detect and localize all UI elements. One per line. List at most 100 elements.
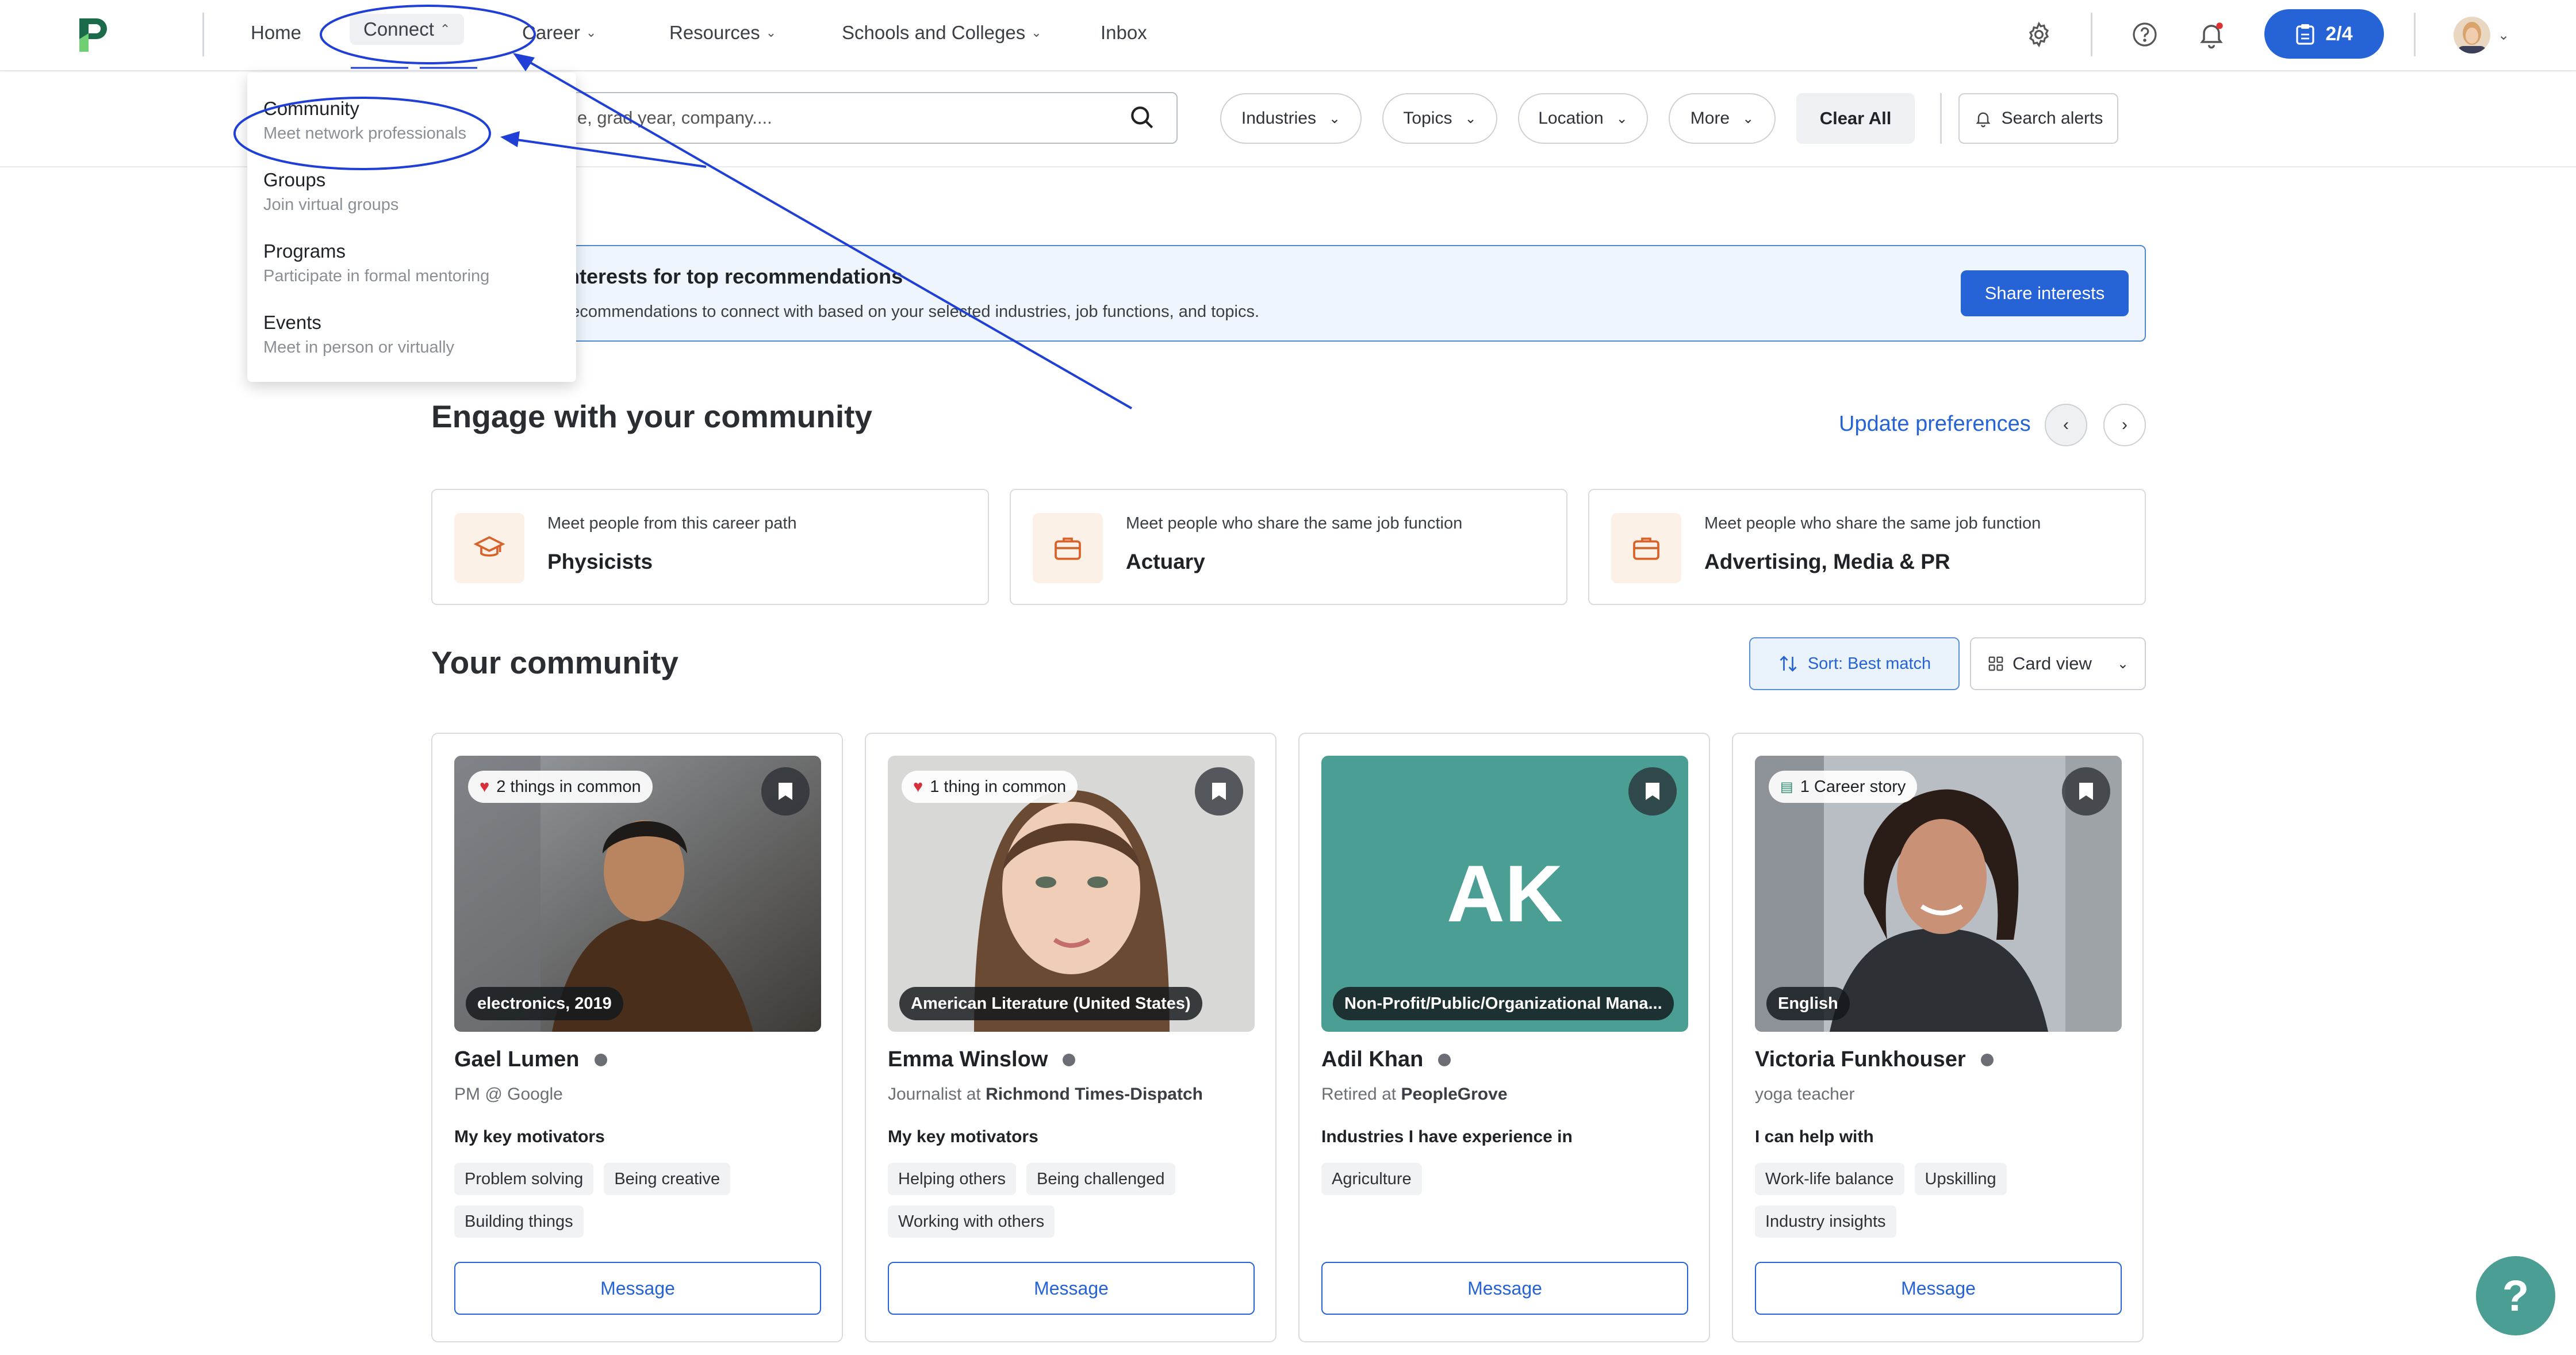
menu-item-description: Meet network professionals — [263, 124, 466, 143]
card-section-title: Industries I have experience in — [1321, 1127, 1573, 1146]
engage-card-job-function-2[interactable]: Meet people who share the same job funct… — [1588, 489, 2146, 605]
notification-bell-icon[interactable] — [2193, 16, 2230, 53]
share-interests-label: Share interests — [1984, 283, 2105, 303]
menu-item-groups[interactable]: Groups Join virtual groups — [263, 169, 398, 215]
person-name[interactable]: Gael Lumen — [454, 1047, 607, 1072]
engage-card-subtitle: Meet people who share the same job funct… — [1704, 514, 2041, 533]
person-name[interactable]: Adil Khan — [1321, 1047, 1451, 1072]
nav-resources[interactable]: Resources ⌄ — [669, 22, 776, 44]
nav-career[interactable]: Career ⌄ — [522, 22, 596, 44]
industry-tag: Non-Profit/Public/Organizational Mana... — [1333, 987, 1674, 1020]
more-filter[interactable]: More ⌄ — [1669, 93, 1776, 144]
person-photo: AK Non-Profit/Public/Organizational Mana… — [1321, 756, 1688, 1032]
person-card[interactable]: ♥ 2 things in common electronics, 2019 Ga… — [431, 733, 843, 1342]
industries-filter[interactable]: Industries ⌄ — [1220, 93, 1362, 144]
help-chat-button[interactable]: ? — [2476, 1256, 2555, 1335]
message-button[interactable]: Message — [1321, 1262, 1688, 1315]
common-badge-label: 1 thing in common — [930, 777, 1067, 796]
carousel-prev-button[interactable]: ‹ — [2045, 404, 2087, 446]
briefcase-icon — [1033, 513, 1103, 583]
filter-divider — [1940, 93, 1942, 144]
message-button[interactable]: Message — [454, 1262, 821, 1315]
menu-item-events[interactable]: Events Meet in person or virtually — [263, 312, 454, 357]
engage-card-subtitle: Meet people from this career path — [547, 514, 797, 533]
chevron-down-icon: ⌄ — [2117, 656, 2129, 672]
sort-button[interactable]: Sort: Best match — [1749, 637, 1960, 690]
view-mode-label: Card view — [2012, 653, 2092, 673]
banner-subtitle: le recommendations to connect with based… — [547, 303, 1260, 321]
banner-title: r interests for top recommendations — [547, 265, 903, 288]
search-input[interactable] — [561, 101, 1125, 135]
carousel-next-button[interactable]: › — [2103, 404, 2146, 446]
chevron-down-icon: ⌄ — [1031, 25, 1042, 40]
engage-card-title: Physicists — [547, 550, 653, 573]
bookmark-button[interactable] — [761, 767, 810, 816]
nav-resources-label: Resources — [669, 22, 760, 43]
status-dot — [594, 1053, 607, 1066]
person-card[interactable]: ▤ 1 Career story English Victoria Funkhou… — [1732, 733, 2144, 1342]
career-story-badge: ▤ 1 Career story — [1769, 771, 1918, 803]
top-navigation-bar: Home Connect ⌃ Career ⌄ Resources ⌄ Schools… — [0, 0, 2576, 71]
briefcase-icon — [1611, 513, 1681, 583]
sort-arrows-icon — [1780, 656, 1797, 672]
person-card[interactable]: AK Non-Profit/Public/Organizational Mana… — [1298, 733, 1710, 1342]
clear-all-button[interactable]: Clear All — [1796, 93, 1915, 144]
person-name-label: Victoria Funkhouser — [1755, 1047, 1966, 1071]
message-button[interactable]: Message — [1755, 1262, 2122, 1315]
person-name-label: Emma Winslow — [888, 1047, 1048, 1071]
connect-dropdown-menu: Community Meet network professionals Gro… — [247, 72, 576, 382]
chevron-down-icon: ⌄ — [1616, 110, 1628, 127]
clear-all-label: Clear All — [1819, 108, 1892, 128]
education-tag: American Literature (United States) — [899, 987, 1202, 1020]
engage-card-job-function[interactable]: Meet people who share the same job funct… — [1010, 489, 1567, 605]
search-alerts-button[interactable]: Search alerts — [1958, 93, 2118, 144]
person-name[interactable]: Victoria Funkhouser — [1755, 1047, 1994, 1072]
location-filter[interactable]: Location ⌄ — [1518, 93, 1648, 144]
update-preferences-link[interactable]: Update preferences — [1839, 412, 2031, 437]
search-icon[interactable] — [1128, 104, 1157, 132]
at-word: at — [1382, 1085, 1397, 1104]
at-word: at — [966, 1085, 981, 1104]
menu-item-programs[interactable]: Programs Participate in formal mentoring — [263, 240, 489, 286]
peoplegrove-logo[interactable] — [76, 16, 110, 54]
nav-schools-and-colleges[interactable]: Schools and Colleges ⌄ — [842, 22, 1042, 44]
tag: Working with others — [888, 1205, 1055, 1238]
person-card[interactable]: ♥ 1 thing in common American Literature (… — [865, 733, 1276, 1342]
menu-item-description: Participate in formal mentoring — [263, 267, 490, 285]
progress-checklist-button[interactable]: 2/4 — [2264, 9, 2384, 59]
message-label: Message — [600, 1277, 675, 1299]
share-interests-button[interactable]: Share interests — [1961, 270, 2129, 316]
nav-inbox[interactable]: Inbox — [1101, 22, 1147, 44]
search-box[interactable] — [535, 92, 1178, 144]
tag: Helping others — [888, 1163, 1016, 1195]
card-section-title: My key motivators — [454, 1127, 605, 1146]
tag: Problem solving — [454, 1163, 594, 1195]
topics-filter[interactable]: Topics ⌄ — [1382, 93, 1497, 144]
menu-item-title: Programs — [263, 240, 346, 262]
engage-card-career-path[interactable]: Meet people from this career path Physic… — [431, 489, 989, 605]
book-icon: ▤ — [1780, 779, 1793, 795]
nav-connect-label: Connect — [363, 18, 434, 40]
user-avatar-menu[interactable]: ⌄ — [2453, 15, 2515, 55]
card-section-title: I can help with — [1755, 1127, 1874, 1146]
help-question-icon: ? — [2502, 1271, 2529, 1320]
bookmark-button[interactable] — [1195, 767, 1243, 816]
settings-gear-icon[interactable] — [2022, 17, 2056, 52]
bookmark-button[interactable] — [2062, 767, 2110, 816]
nav-divider — [2414, 13, 2416, 56]
menu-item-title: Events — [263, 312, 321, 333]
status-dot — [1063, 1053, 1076, 1066]
career-story-label: 1 Career story — [1800, 777, 1906, 796]
bookmark-button[interactable] — [1628, 767, 1677, 816]
menu-item-community[interactable]: Community Meet network professionals — [263, 98, 466, 143]
help-question-icon[interactable] — [2128, 17, 2162, 52]
education-tag: English — [1766, 987, 1850, 1020]
nav-home[interactable]: Home — [251, 22, 301, 44]
person-role: PM @ Google — [454, 1085, 563, 1104]
message-button[interactable]: Message — [888, 1262, 1255, 1315]
status-dot — [1980, 1053, 1994, 1066]
person-name[interactable]: Emma Winslow — [888, 1047, 1076, 1072]
engage-card-subtitle: Meet people who share the same job funct… — [1126, 514, 1463, 533]
view-mode-select[interactable]: Card view ⌄ — [1970, 637, 2146, 690]
nav-connect[interactable]: Connect ⌃ — [350, 14, 465, 45]
